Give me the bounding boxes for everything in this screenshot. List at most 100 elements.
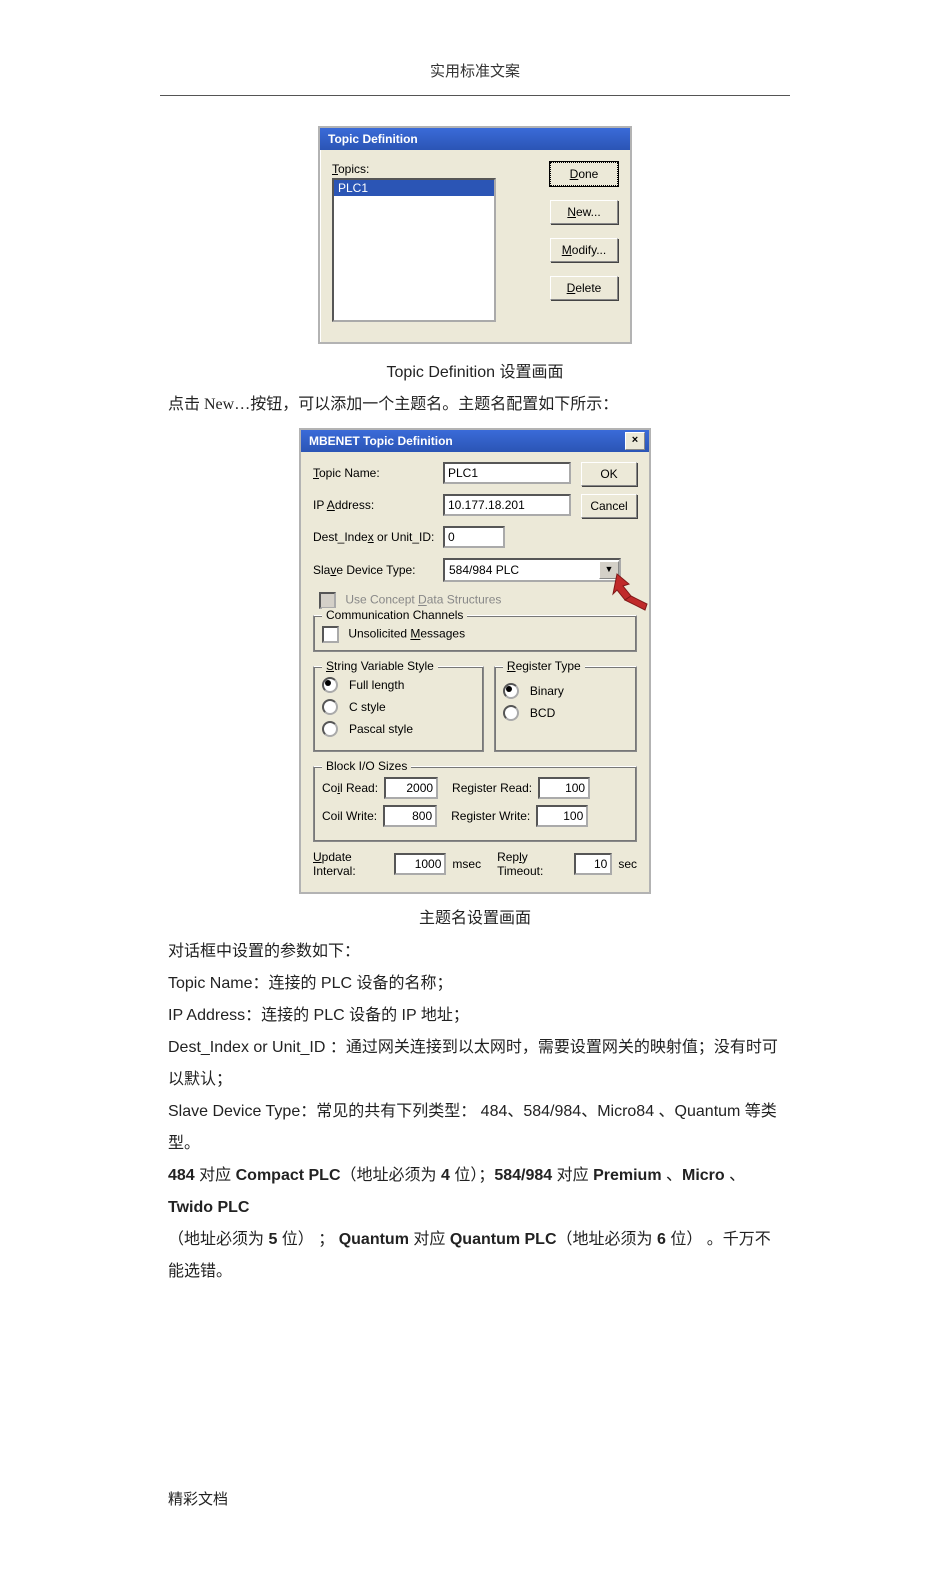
txt: （地址必须为	[168, 1231, 268, 1248]
header-divider	[160, 95, 790, 96]
dialog-title-text: MBENET Topic Definition	[309, 434, 453, 448]
txt: 对应	[195, 1167, 236, 1184]
underline-char: T	[313, 466, 319, 480]
ok-button[interactable]: OK	[581, 462, 637, 486]
bold-micro: Micro	[682, 1167, 725, 1184]
txt: （地址必须为	[557, 1231, 657, 1248]
done-button[interactable]: Done	[550, 162, 618, 186]
concept-label: Use Concept Data Structures	[345, 593, 501, 607]
underline-char: M	[562, 243, 572, 257]
reply-timeout-input[interactable]	[574, 853, 612, 875]
topics-listbox[interactable]: PLC1	[332, 178, 496, 322]
topic-name-input[interactable]	[443, 462, 571, 484]
bold-6: 6	[657, 1231, 666, 1248]
page-footer: 精彩文档	[168, 1488, 782, 1509]
txt: 对应	[552, 1167, 593, 1184]
register-type-group: Register Type Binary BCD	[494, 666, 637, 752]
underline-char: T	[332, 162, 338, 176]
topics-label: Topics:	[332, 162, 538, 176]
radio-label: BCD	[530, 706, 555, 720]
bold-premium: Premium	[593, 1167, 661, 1184]
new-button[interactable]: New...	[550, 200, 618, 224]
parameters-description: 对话框中设置的参数如下： Topic Name：连接的 PLC 设备的名称； I…	[168, 936, 782, 1288]
ip-address-label: IP Address:	[313, 498, 443, 512]
underline-char: v	[330, 563, 336, 577]
txt: 、	[662, 1167, 682, 1184]
register-read-label: Register Read:	[452, 781, 532, 795]
txt: 位） ；	[277, 1231, 334, 1248]
register-read-input[interactable]	[538, 777, 590, 799]
unsolicited-messages-label: Unsolicited Messages	[348, 627, 465, 641]
txt: 、	[725, 1167, 745, 1184]
pascal-style-radio[interactable]	[322, 721, 338, 737]
block-io-sizes-group: Block I/O Sizes Coil Read: Register Read…	[313, 766, 637, 842]
bold-4: 4	[441, 1167, 450, 1184]
underline-char: M	[410, 627, 420, 641]
underline-char: x	[368, 530, 374, 544]
dialog-titlebar: Topic Definition	[320, 128, 630, 150]
coil-write-input[interactable]	[383, 805, 437, 827]
radio-label: Full length	[349, 678, 404, 692]
txt: （地址必须为	[341, 1167, 441, 1184]
underline-char: U	[313, 850, 322, 864]
underline-char: D	[570, 167, 579, 181]
bold-584984: 584/984	[494, 1167, 552, 1184]
slave-device-type-select[interactable]: 584/984 PLC ▼	[443, 558, 621, 582]
topics-list-item[interactable]: PLC1	[334, 180, 494, 196]
figure-caption-2: 主题名设置画面	[0, 904, 950, 928]
bold-quantum: Quantum	[334, 1231, 409, 1248]
binary-radio[interactable]	[503, 683, 519, 699]
unsolicited-messages-checkbox[interactable]	[322, 626, 339, 643]
topicname-line: Topic Name：连接的 PLC 设备的名称；	[168, 968, 782, 1000]
msec-label: msec	[452, 857, 481, 871]
cancel-button[interactable]: Cancel	[581, 494, 637, 518]
c-style-radio[interactable]	[322, 699, 338, 715]
dialog-titlebar: MBENET Topic Definition ×	[301, 430, 649, 452]
underline-char: A	[327, 498, 335, 512]
dest-index-label: Dest_Index or Unit_ID:	[313, 530, 443, 544]
topic-name-label: Topic Name:	[313, 466, 443, 480]
bold-twido: Twido PLC	[168, 1199, 249, 1216]
bcd-radio[interactable]	[503, 705, 519, 721]
intro-line: 对话框中设置的参数如下：	[168, 936, 782, 968]
delete-button[interactable]: Delete	[550, 276, 618, 300]
register-write-input[interactable]	[536, 805, 588, 827]
concept-checkbox	[319, 592, 336, 609]
radio-label: Binary	[530, 684, 564, 698]
group-legend: Communication Channels	[322, 608, 467, 622]
update-interval-label: Update Interval:	[313, 850, 388, 878]
bold-mapping-line-1: 484 对应 Compact PLC（地址必须为 4 位）；584/984 对应…	[168, 1160, 782, 1224]
figure-caption-1: Topic Definition 设置画面	[0, 358, 950, 382]
mbenet-topic-definition-dialog: MBENET Topic Definition × OK Cancel Topi…	[299, 428, 651, 894]
register-write-label: Register Write:	[451, 809, 530, 823]
txt: 对应	[409, 1231, 450, 1248]
coil-read-input[interactable]	[384, 777, 438, 799]
group-legend: String Variable Style	[322, 659, 438, 673]
modify-button[interactable]: Modify...	[550, 238, 618, 262]
reply-timeout-label: Reply Timeout:	[497, 850, 568, 878]
bold-484: 484	[168, 1167, 195, 1184]
bold-quantum-plc: Quantum PLC	[450, 1231, 557, 1248]
underline-char: D	[567, 281, 576, 295]
coil-read-label: Coil Read:	[322, 781, 378, 795]
topic-definition-dialog: Topic Definition Topics: PLC1 Done New..…	[318, 126, 632, 344]
body-paragraph: 点击 New…按钮，可以添加一个主题名。主题名配置如下所示：	[168, 390, 782, 420]
group-legend: Register Type	[503, 659, 585, 673]
communication-channels-group: Communication Channels Unsolicited Messa…	[313, 615, 637, 652]
radio-label: Pascal style	[349, 722, 413, 736]
close-icon[interactable]: ×	[625, 432, 645, 450]
underline-char: N	[567, 205, 576, 219]
slave-line: Slave Device Type：常见的共有下列类型： 484、584/984…	[168, 1096, 782, 1160]
ip-line: IP Address：连接的 PLC 设备的 IP 地址；	[168, 1000, 782, 1032]
chevron-down-icon[interactable]: ▼	[599, 561, 619, 579]
group-legend: Block I/O Sizes	[322, 759, 411, 773]
caption-chn: 设置画面	[495, 364, 563, 381]
radio-label: C style	[349, 700, 386, 714]
ip-address-input[interactable]	[443, 494, 571, 516]
bold-compact: Compact PLC	[236, 1167, 341, 1184]
select-value: 584/984 PLC	[449, 563, 519, 577]
sec-label: sec	[618, 857, 637, 871]
dest-index-input[interactable]	[443, 526, 505, 548]
full-length-radio[interactable]	[322, 677, 338, 693]
update-interval-input[interactable]	[394, 853, 446, 875]
